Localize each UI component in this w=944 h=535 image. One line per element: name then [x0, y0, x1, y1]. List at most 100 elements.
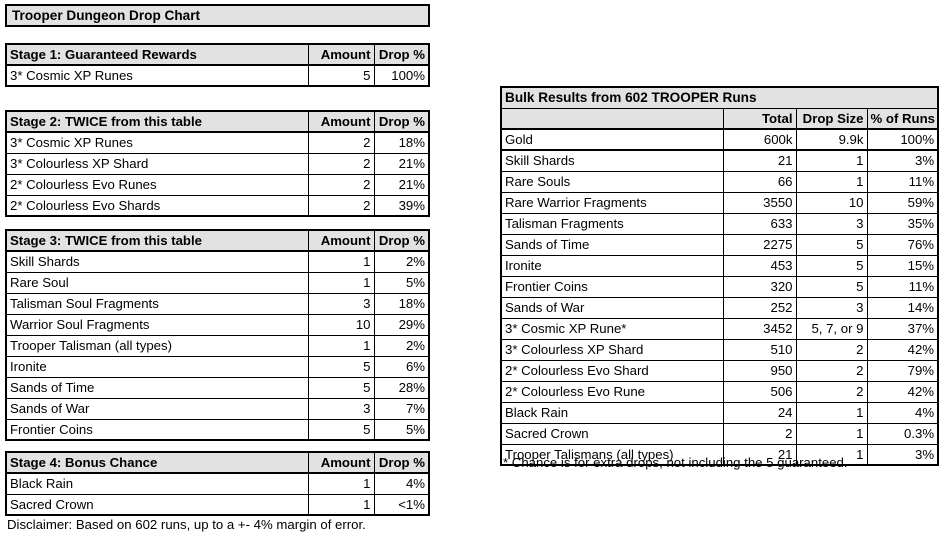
bulk-item-name-cell: Sands of Time — [500, 233, 724, 256]
table-row: 3* Colourless XP Shard 2 21% — [5, 152, 430, 175]
bulk-item-total-cell: 66 — [722, 170, 797, 193]
item-drop-cell: 5% — [373, 418, 430, 441]
table-row: Black Rain 1 4% — [5, 472, 430, 495]
stage4-table: Stage 4: Bonus Chance Amount Drop % Black R… — [5, 451, 430, 516]
bulk-item-size-cell: 1 — [795, 422, 868, 445]
table-row: 3* Cosmic XP Runes 2 18% — [5, 131, 430, 154]
bulk-item-total-cell: 600k — [722, 128, 797, 151]
bulk-col-size: Drop Size — [795, 107, 868, 130]
bulk-item-size-cell: 10 — [795, 191, 868, 214]
bulk-item-name-cell: Talisman Fragments — [500, 212, 724, 235]
bulk-item-name-cell: Black Rain — [500, 401, 724, 424]
table-row: 3* Colourless XP Shard 510 2 42% — [500, 338, 939, 361]
bulk-item-size-cell: 5, 7, or 9 — [795, 317, 868, 340]
bulk-item-size-cell: 1 — [795, 149, 868, 172]
item-name-cell: 2* Colourless Evo Shards — [5, 194, 309, 217]
stage3-header-row: Stage 3: TWICE from this table Amount Drop… — [5, 229, 430, 252]
bulk-item-pct-cell: 3% — [866, 443, 939, 466]
bulk-item-pct-cell: 42% — [866, 380, 939, 403]
bulk-item-size-cell: 2 — [795, 338, 868, 361]
item-name-cell: Black Rain — [5, 472, 309, 495]
item-drop-cell: 5% — [373, 271, 430, 294]
stage3-title-cell: Stage 3: TWICE from this table — [5, 229, 309, 252]
bulk-item-pct-cell: 15% — [866, 254, 939, 277]
bulk-item-name-cell: 3* Colourless XP Shard — [500, 338, 724, 361]
stage4-header-row: Stage 4: Bonus Chance Amount Drop % — [5, 451, 430, 474]
table-row: Sacred Crown 2 1 0.3% — [500, 422, 939, 445]
item-name-cell: Sands of Time — [5, 376, 309, 399]
item-name-cell: Warrior Soul Fragments — [5, 313, 309, 336]
bulk-item-total-cell: 633 — [722, 212, 797, 235]
bulk-item-size-cell: 1 — [795, 401, 868, 424]
stage1-body: Stage 1: Guaranteed Rewards Amount Drop % 3… — [5, 43, 430, 87]
item-amount-cell: 1 — [307, 493, 375, 516]
item-amount-cell: 2 — [307, 173, 375, 196]
table-row: Trooper Talisman (all types) 1 2% — [5, 334, 430, 357]
bulk-item-pct-cell: 59% — [866, 191, 939, 214]
table-row: Rare Souls 66 1 11% — [500, 170, 939, 193]
bulk-item-total-cell: 24 — [722, 401, 797, 424]
bulk-item-total-cell: 2275 — [722, 233, 797, 256]
bulk-item-name-cell: Sacred Crown — [500, 422, 724, 445]
bulk-item-size-cell: 5 — [795, 233, 868, 256]
item-drop-cell: 18% — [373, 131, 430, 154]
item-drop-cell: 4% — [373, 472, 430, 495]
stage4-col-drop: Drop % — [373, 451, 430, 474]
item-drop-cell: <1% — [373, 493, 430, 516]
bulk-item-pct-cell: 4% — [866, 401, 939, 424]
item-name-cell: Trooper Talisman (all types) — [5, 334, 309, 357]
item-amount-cell: 1 — [307, 250, 375, 273]
bulk-item-name-cell: 2* Colourless Evo Rune — [500, 380, 724, 403]
stage1-header-row: Stage 1: Guaranteed Rewards Amount Drop % — [5, 43, 430, 66]
bulk-item-total-cell: 3550 — [722, 191, 797, 214]
bulk-item-total-cell: 2 — [722, 422, 797, 445]
bulk-item-size-cell: 3 — [795, 212, 868, 235]
table-row: Skill Shards 1 2% — [5, 250, 430, 273]
bulk-item-pct-cell: 0.3% — [866, 422, 939, 445]
table-row: Ironite 5 6% — [5, 355, 430, 378]
bulk-col-blank — [500, 107, 724, 130]
stage2-table: Stage 2: TWICE from this table Amount Drop… — [5, 110, 430, 217]
item-drop-cell: 21% — [373, 152, 430, 175]
stage3-col-drop: Drop % — [373, 229, 430, 252]
item-amount-cell: 5 — [307, 355, 375, 378]
table-row: Sands of War 3 7% — [5, 397, 430, 420]
item-amount-cell: 3 — [307, 292, 375, 315]
bulk-item-pct-cell: 11% — [866, 170, 939, 193]
bulk-item-size-cell: 1 — [795, 170, 868, 193]
item-drop-cell: 28% — [373, 376, 430, 399]
bulk-item-name-cell: 3* Cosmic XP Rune* — [500, 317, 724, 340]
stage2-col-amount: Amount — [307, 110, 375, 133]
stage2-header-row: Stage 2: TWICE from this table Amount Drop… — [5, 110, 430, 133]
item-name-cell: Talisman Soul Fragments — [5, 292, 309, 315]
stage1-table: Stage 1: Guaranteed Rewards Amount Drop % 3… — [5, 43, 430, 87]
item-name-cell: Sacred Crown — [5, 493, 309, 516]
table-row: 3* Cosmic XP Rune* 3452 5, 7, or 9 37% — [500, 317, 939, 340]
item-drop-cell: 6% — [373, 355, 430, 378]
item-name-cell: 2* Colourless Evo Runes — [5, 173, 309, 196]
bulk-item-size-cell: 5 — [795, 254, 868, 277]
table-row: 3* Cosmic XP Runes 5 100% — [5, 64, 430, 87]
bulk-item-name-cell: Ironite — [500, 254, 724, 277]
table-row: Rare Soul 1 5% — [5, 271, 430, 294]
bulk-item-total-cell: 950 — [722, 359, 797, 382]
table-row: 2* Colourless Evo Shards 2 39% — [5, 194, 430, 217]
bulk-footnote-text: * Chance is for extra drops, not includi… — [503, 455, 848, 470]
drop-chart-page: Trooper Dungeon Drop Chart Stage 1: Guar… — [0, 0, 944, 535]
stage3-table: Stage 3: TWICE from this table Amount Drop… — [5, 229, 430, 441]
item-name-cell: Frontier Coins — [5, 418, 309, 441]
item-drop-cell: 18% — [373, 292, 430, 315]
item-amount-cell: 5 — [307, 418, 375, 441]
bulk-column-header-row: Total Drop Size% of Runs — [500, 107, 939, 130]
stage4-col-amount: Amount — [307, 451, 375, 474]
bulk-item-name-cell: Skill Shards — [500, 149, 724, 172]
stage4-body: Stage 4: Bonus Chance Amount Drop % Black R… — [5, 451, 430, 516]
table-row: Sands of Time 5 28% — [5, 376, 430, 399]
bulk-item-size-cell: 2 — [795, 359, 868, 382]
item-amount-cell: 10 — [307, 313, 375, 336]
bulk-item-pct-cell: 3% — [866, 149, 939, 172]
stage2-title-cell: Stage 2: TWICE from this table — [5, 110, 309, 133]
bulk-item-name-cell: Rare Warrior Fragments — [500, 191, 724, 214]
bulk-item-pct-cell: 79% — [866, 359, 939, 382]
bulk-item-name-cell: Rare Souls — [500, 170, 724, 193]
